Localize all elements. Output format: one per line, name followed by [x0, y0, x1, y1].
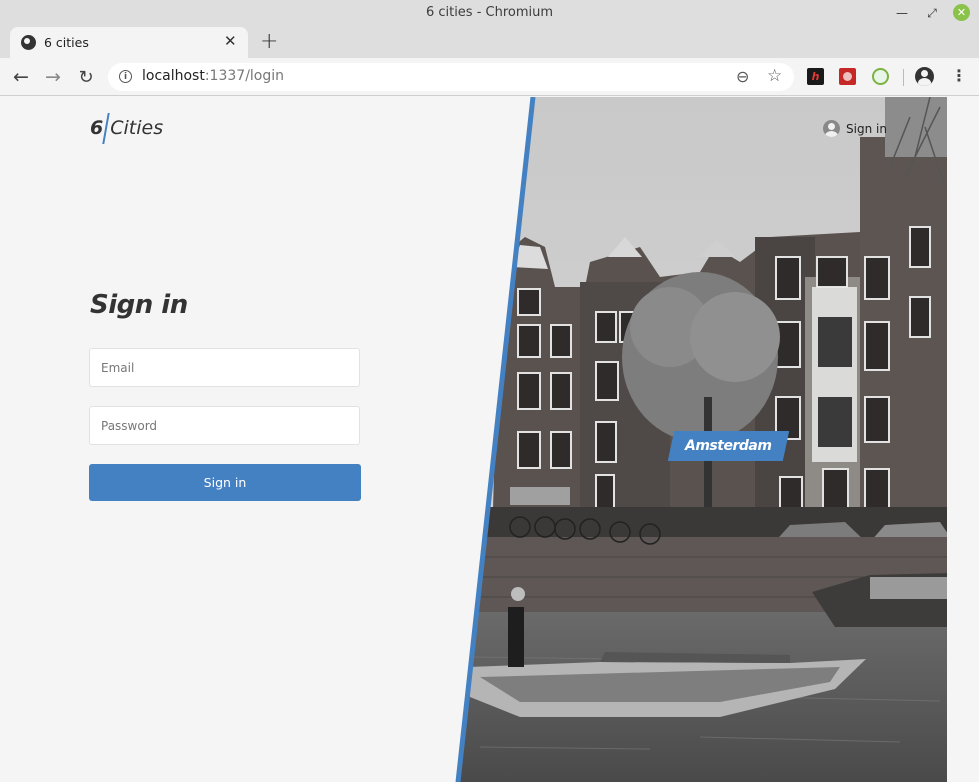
email-field[interactable]	[89, 348, 360, 387]
back-button[interactable]: ←	[8, 64, 34, 90]
info-icon[interactable]: i	[119, 70, 132, 83]
extension-h-icon[interactable]: h	[807, 68, 824, 85]
tab-strip: 6 cities ✕ +	[0, 27, 979, 58]
login-title: Sign in	[90, 290, 188, 320]
header-sign-in-link[interactable]: Sign in	[823, 120, 887, 137]
window-titlebar: 6 cities - Chromium — ⤢ ✕	[0, 0, 979, 27]
logo-number: 6	[90, 117, 104, 139]
browser-toolbar: ← → ↻ i localhost:1337/login ⊖ ☆ h ⋮	[0, 58, 979, 96]
login-page: 6 Cities Sign in Sign in Sign in Amsterd…	[0, 97, 979, 782]
reload-button[interactable]: ↻	[73, 64, 99, 90]
kebab-menu-icon[interactable]: ⋮	[951, 66, 967, 85]
password-field[interactable]	[89, 406, 360, 445]
globe-icon	[21, 35, 36, 50]
star-icon[interactable]: ☆	[767, 66, 782, 86]
tab-label: 6 cities	[44, 35, 89, 50]
user-icon	[823, 120, 840, 137]
url-text[interactable]: localhost:1337/login	[142, 68, 284, 84]
address-bar[interactable]: i localhost:1337/login ⊖ ☆	[108, 63, 794, 91]
logo[interactable]: 6 Cities	[90, 111, 163, 145]
extension-red-icon[interactable]	[839, 68, 856, 85]
logo-word: Cities	[110, 117, 164, 139]
maximize-button[interactable]: ⤢	[923, 4, 941, 22]
tab-close-icon[interactable]: ✕	[224, 32, 237, 50]
new-tab-button[interactable]: +	[260, 29, 278, 54]
extension-green-icon[interactable]	[872, 68, 889, 85]
window-close-button[interactable]: ✕	[953, 4, 970, 21]
header-sign-in-label: Sign in	[846, 121, 887, 136]
city-badge[interactable]: Amsterdam	[667, 431, 790, 461]
tab-6-cities[interactable]: 6 cities ✕	[10, 27, 248, 58]
toolbar-divider	[903, 69, 904, 86]
zoom-icon[interactable]: ⊖	[736, 67, 749, 86]
forward-button[interactable]: →	[40, 64, 66, 90]
logo-divider	[102, 112, 110, 144]
profile-avatar-icon[interactable]	[915, 67, 934, 86]
sign-in-button[interactable]: Sign in	[89, 464, 361, 501]
window-title: 6 cities - Chromium	[425, 5, 554, 20]
city-name: Amsterdam	[685, 438, 772, 454]
minimize-button[interactable]: —	[893, 4, 911, 22]
